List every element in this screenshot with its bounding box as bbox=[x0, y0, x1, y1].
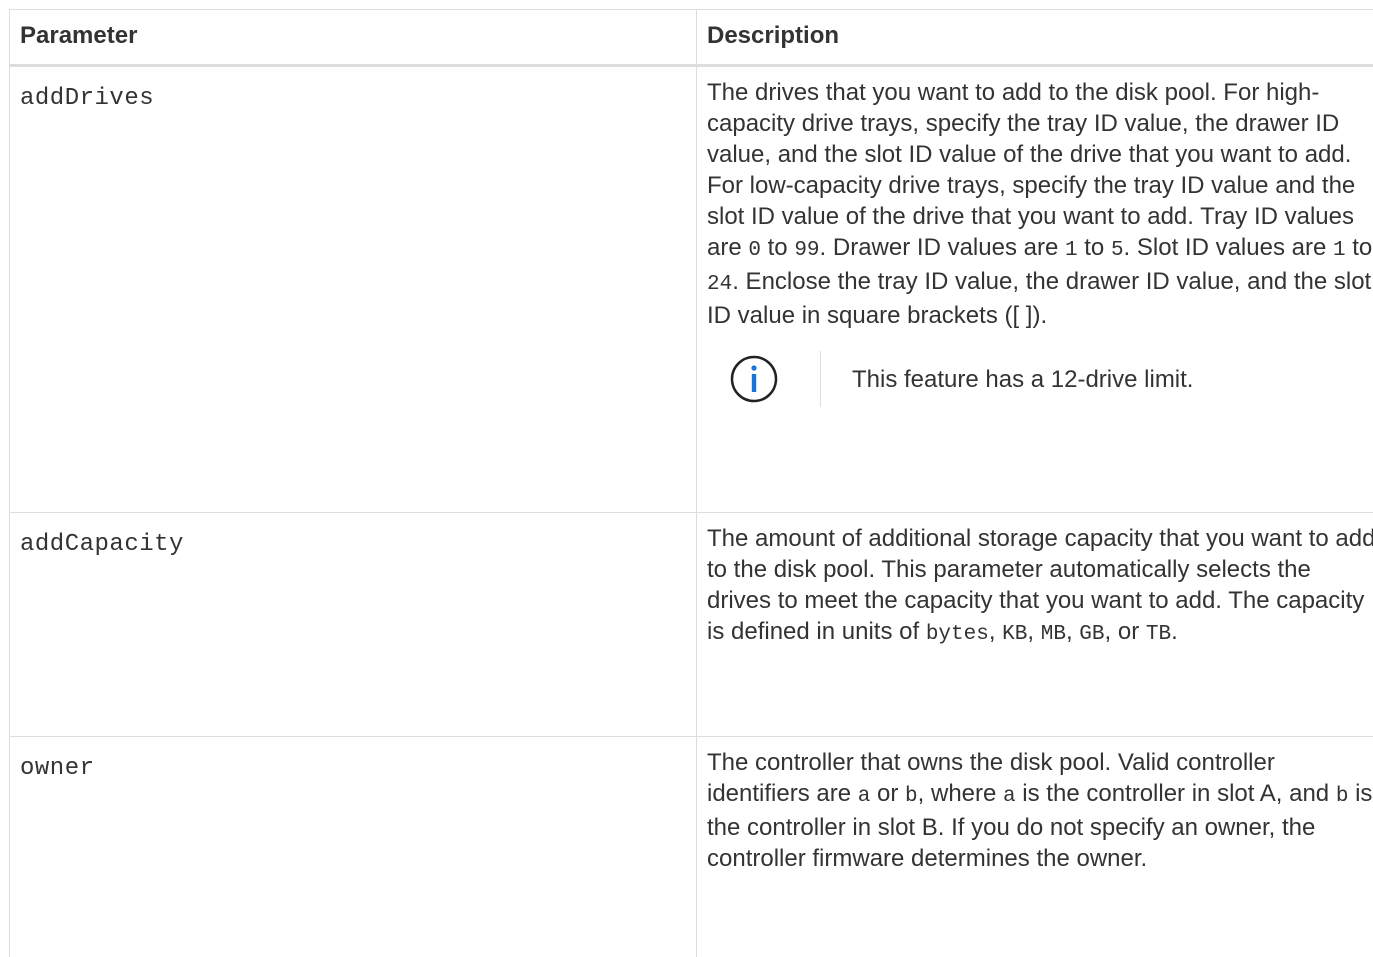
code-value: 1 bbox=[1333, 239, 1346, 262]
desc-cell: The drives that you want to add to the d… bbox=[697, 66, 1373, 513]
table-row: owner The controller that owns the disk … bbox=[10, 737, 1373, 957]
param-name: owner bbox=[20, 755, 95, 782]
code-value: bytes bbox=[926, 623, 989, 646]
code-value: b bbox=[1336, 785, 1349, 808]
table-row: addDrives The drives that you want to ad… bbox=[10, 66, 1373, 513]
description-text: The drives that you want to add to the d… bbox=[707, 77, 1373, 331]
table-row: addCapacity The amount of additional sto… bbox=[10, 513, 1373, 737]
note-divider bbox=[820, 351, 821, 407]
param-name: addDrives bbox=[20, 85, 154, 112]
header-parameter: Parameter bbox=[10, 10, 697, 66]
description-text: The controller that owns the disk pool. … bbox=[707, 747, 1373, 874]
info-circle-icon bbox=[724, 353, 784, 405]
desc-cell: The controller that owns the disk pool. … bbox=[697, 737, 1373, 957]
code-value: 99 bbox=[794, 239, 819, 262]
param-cell: owner bbox=[10, 737, 697, 957]
parameters-table: Parameter Description addDrives The driv… bbox=[9, 9, 1373, 957]
code-value: b bbox=[905, 785, 918, 808]
table-header-row: Parameter Description bbox=[10, 10, 1373, 66]
code-value: 24 bbox=[707, 273, 732, 296]
code-value: GB bbox=[1079, 623, 1104, 646]
code-value: MB bbox=[1041, 623, 1066, 646]
code-value: 1 bbox=[1065, 239, 1078, 262]
code-value: a bbox=[1003, 785, 1016, 808]
info-note: This feature has a 12-drive limit. bbox=[724, 352, 1373, 406]
description-text: The amount of additional storage capacit… bbox=[707, 523, 1373, 650]
code-value: 5 bbox=[1111, 239, 1124, 262]
note-text: This feature has a 12-drive limit. bbox=[852, 364, 1193, 395]
param-cell: addDrives bbox=[10, 66, 697, 513]
code-value: 0 bbox=[748, 239, 761, 262]
code-value: a bbox=[858, 785, 871, 808]
header-description: Description bbox=[697, 10, 1373, 66]
code-value: TB bbox=[1146, 623, 1171, 646]
code-value: KB bbox=[1002, 623, 1027, 646]
param-cell: addCapacity bbox=[10, 513, 697, 737]
param-name: addCapacity bbox=[20, 531, 184, 558]
info-circle-icon-svg bbox=[729, 354, 779, 404]
desc-cell: The amount of additional storage capacit… bbox=[697, 513, 1373, 737]
